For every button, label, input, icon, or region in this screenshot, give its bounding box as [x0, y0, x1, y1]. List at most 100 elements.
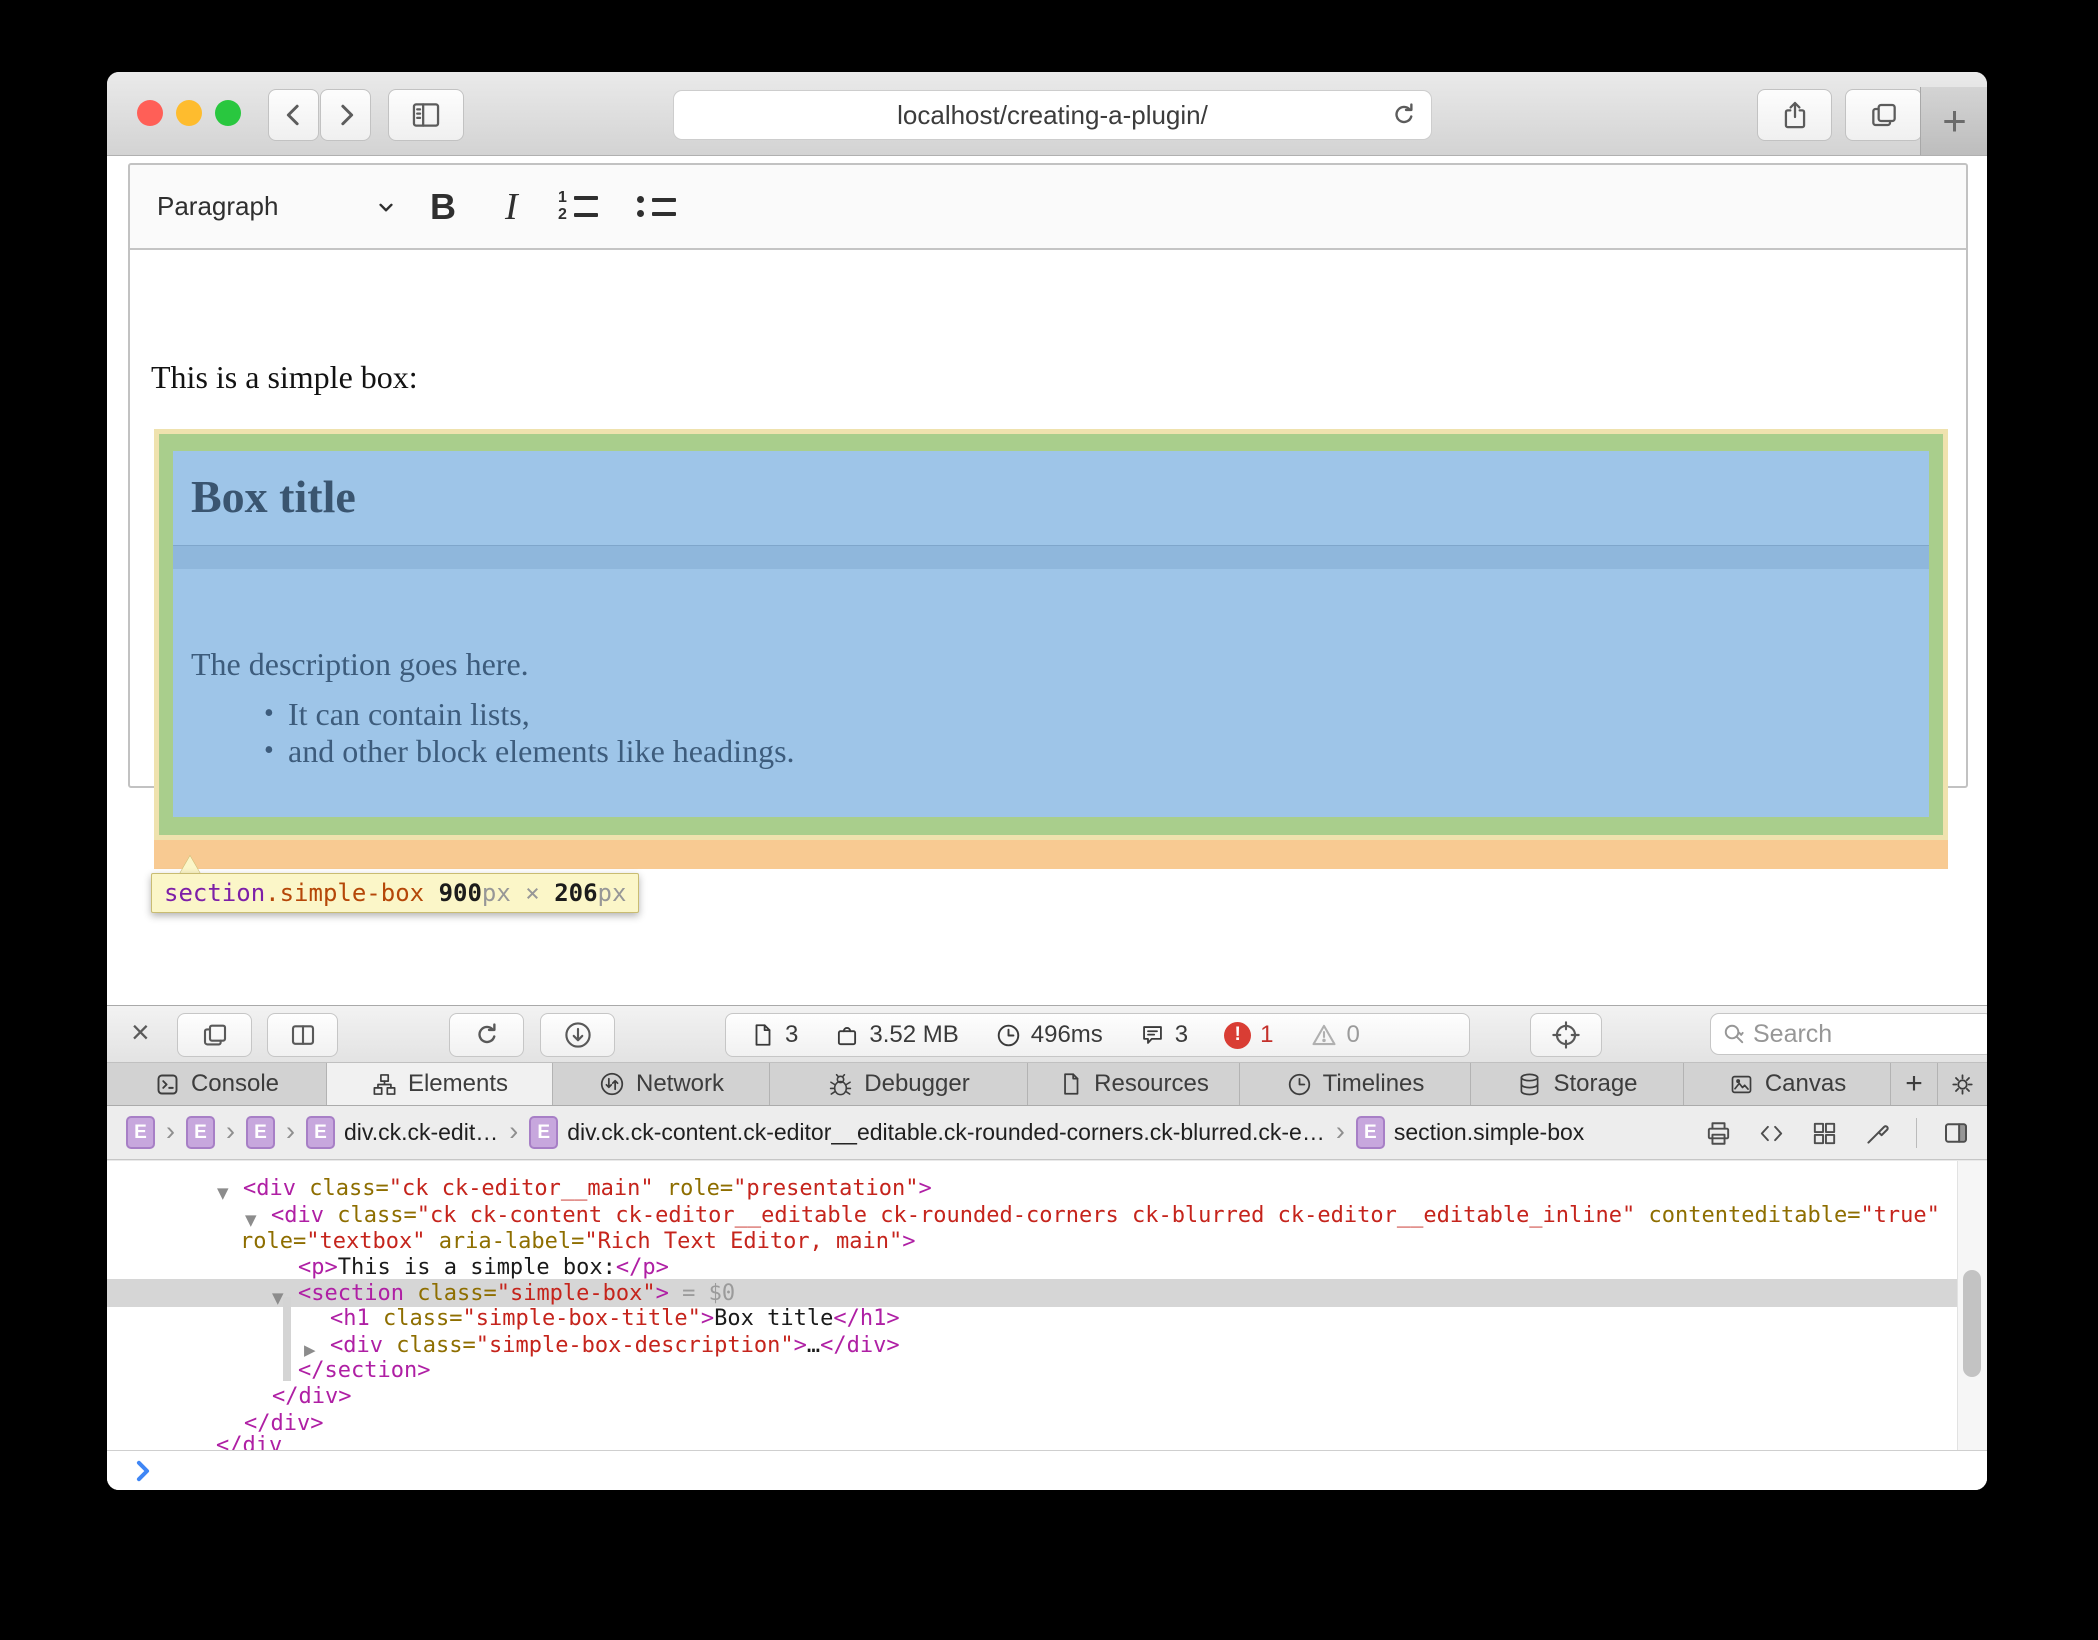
numbered-list-button[interactable]: 1 2 [558, 165, 598, 248]
dom-tree-node[interactable]: <p>This is a simple box:</p> [298, 1255, 669, 1281]
url-text: localhost/creating-a-plugin/ [897, 100, 1208, 131]
highlight-margin-band [173, 546, 1929, 570]
transfer-size-stat: 3.52 MB [834, 1021, 958, 1049]
share-button[interactable] [1757, 89, 1832, 141]
element-picker-button[interactable] [1530, 1013, 1602, 1057]
dom-tree-node[interactable]: <h1 class="simple-box-title">Box title</… [330, 1306, 900, 1332]
close-inspector-button[interactable]: × [131, 1014, 150, 1051]
storage-icon [1516, 1071, 1543, 1098]
console-message-stat: 3 [1139, 1021, 1188, 1049]
bulleted-list-button[interactable] [635, 165, 676, 248]
warning-count-stat: 0 [1310, 1021, 1360, 1049]
download-web-archive-button[interactable] [540, 1013, 615, 1057]
details-sidebar-icon[interactable] [1941, 1118, 1971, 1148]
element-badge: E [186, 1116, 215, 1149]
close-window-button[interactable] [137, 100, 163, 126]
reload-icon[interactable] [1389, 100, 1419, 130]
reload-page-button[interactable] [449, 1013, 524, 1057]
page-stats-group[interactable]: 3 3.52 MB 496ms 3 ! [725, 1013, 1470, 1057]
list-item-text: It can contain lists, [288, 696, 530, 732]
breadcrumb-label: div.ck.ck-edit… [344, 1119, 498, 1146]
tooltip-class: .simple-box [265, 879, 424, 907]
box-title-heading[interactable]: Box title [191, 470, 356, 523]
list-item[interactable]: • It can contain lists, [288, 696, 530, 733]
paint-flashing-icon[interactable] [1863, 1119, 1892, 1148]
timelines-icon [1286, 1071, 1313, 1098]
bullet-marker: • [264, 698, 274, 730]
tab-debugger[interactable]: Debugger [770, 1063, 1028, 1105]
dom-tree-node-selected[interactable]: <section class="simple-box"> = $0 [298, 1281, 735, 1307]
share-icon [1779, 99, 1811, 131]
console-prompt[interactable] [107, 1451, 1987, 1490]
reload-icon [472, 1020, 502, 1050]
breadcrumb-item[interactable]: E [246, 1116, 275, 1149]
tooltip-tag: section [164, 879, 265, 907]
intro-paragraph[interactable]: This is a simple box: [151, 359, 418, 396]
tab-console[interactable]: Console [107, 1063, 327, 1105]
breadcrumb-item[interactable]: Ediv.ck.ck-edit… [306, 1116, 498, 1149]
web-inspector-panel: × 3 [107, 1005, 1987, 1490]
disclosure-open-icon[interactable]: ▼ [272, 1285, 284, 1311]
dom-tree-node[interactable]: </div [216, 1433, 282, 1450]
breadcrumb-item[interactable]: Ediv.ck.ck-content.ck-editor__editable.c… [529, 1116, 1325, 1149]
list-item[interactable]: • and other block elements like headings… [288, 733, 795, 770]
new-tab-button[interactable]: + [1920, 87, 1987, 155]
italic-button[interactable]: I [505, 165, 518, 248]
chevron-left-icon [279, 100, 309, 130]
warning-triangle-icon [1310, 1021, 1338, 1049]
tooltip-height: 206 [554, 879, 597, 907]
dom-breadcrumb-bar: E›E›E›Ediv.ck.ck-edit…›Ediv.ck.ck-conten… [107, 1106, 1987, 1160]
detach-inspector-button[interactable] [177, 1013, 252, 1057]
tabs-icon [1868, 99, 1900, 131]
code-scrollbar[interactable] [1957, 1161, 1987, 1450]
minimize-window-button[interactable] [176, 100, 202, 126]
tab-overview-button[interactable] [1845, 89, 1922, 141]
paragraph-dropdown-chevron[interactable] [373, 165, 399, 248]
back-button[interactable] [268, 89, 319, 141]
divider [1916, 1118, 1917, 1148]
tab-resources[interactable]: Resources [1028, 1063, 1240, 1105]
browser-titlebar: localhost/creating-a-plugin/ + [107, 72, 1987, 156]
sidebar-toggle-button[interactable] [388, 89, 464, 141]
scrollbar-thumb[interactable] [1963, 1270, 1981, 1377]
bold-button[interactable]: B [430, 165, 456, 248]
canvas-icon [1728, 1071, 1755, 1098]
breadcrumb-separator-icon: › [509, 1116, 518, 1147]
disclosure-open-icon[interactable]: ▼ [217, 1180, 229, 1206]
address-bar[interactable]: localhost/creating-a-plugin/ [673, 90, 1432, 140]
tab-timelines[interactable]: Timelines [1240, 1063, 1471, 1105]
dom-tree-node[interactable]: <div class="simple-box-description">…</d… [330, 1333, 900, 1359]
show-source-icon[interactable] [1757, 1119, 1786, 1148]
breadcrumb-item[interactable]: Esection.simple-box [1356, 1116, 1584, 1149]
print-styles-icon[interactable] [1704, 1119, 1733, 1148]
forward-button[interactable] [320, 89, 371, 141]
breadcrumb-label: section.simple-box [1394, 1119, 1584, 1146]
inspector-settings-button[interactable] [1938, 1063, 1987, 1105]
breadcrumb-item[interactable]: E [186, 1116, 215, 1149]
dom-tree-node[interactable]: <div class="ck ck-editor__main" role="pr… [243, 1176, 932, 1202]
italic-icon: I [505, 185, 518, 229]
highlight-content-description [173, 569, 1929, 817]
inspector-search-field[interactable]: Search [1710, 1013, 1987, 1055]
detach-icon [200, 1020, 230, 1050]
element-badge: E [126, 1116, 155, 1149]
tab-storage[interactable]: Storage [1471, 1063, 1684, 1105]
add-inspector-tab-button[interactable]: + [1891, 1063, 1938, 1105]
dom-tree-view[interactable]: ▼ <div class="ck ck-editor__main" role="p… [107, 1161, 1987, 1450]
paragraph-dropdown[interactable]: Paragraph [157, 165, 278, 248]
dock-side-button[interactable] [267, 1013, 338, 1057]
dom-tree-node[interactable]: </section> [298, 1358, 430, 1384]
tab-elements[interactable]: Elements [327, 1063, 553, 1105]
dom-tree-node[interactable]: <div class="ck ck-content ck-editor__edi… [271, 1203, 1940, 1229]
tab-network[interactable]: Network [553, 1063, 770, 1105]
breadcrumb-item[interactable]: E [126, 1116, 155, 1149]
tooltip-width: 900 [439, 879, 482, 907]
dom-tree-node[interactable]: </div> [272, 1384, 351, 1410]
zoom-window-button[interactable] [215, 100, 241, 126]
grid-overlay-icon[interactable] [1810, 1119, 1839, 1148]
tab-canvas[interactable]: Canvas [1684, 1063, 1891, 1105]
dom-tree-node[interactable]: role="textbox" aria-label="Rich Text Edi… [240, 1229, 916, 1255]
search-placeholder: Search [1753, 1020, 1832, 1049]
child-indent-guide [283, 1297, 291, 1381]
box-description[interactable]: The description goes here. [191, 646, 529, 683]
